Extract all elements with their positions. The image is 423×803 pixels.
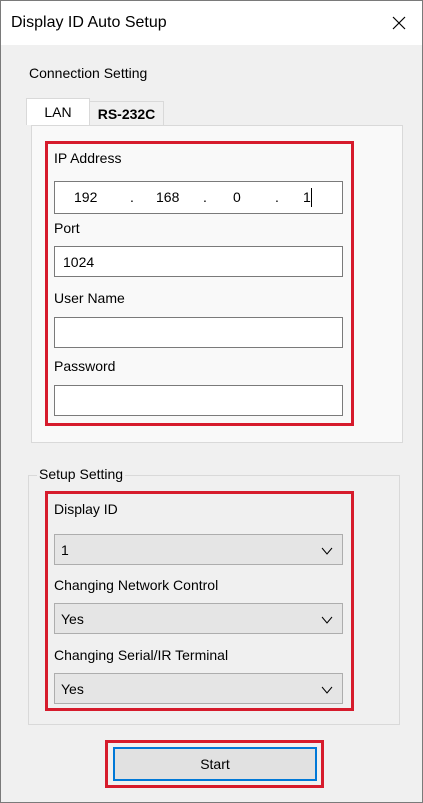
tab-rs232c[interactable]: RS-232C <box>89 101 164 125</box>
setup-setting-label: Setup Setting <box>37 466 126 482</box>
connection-setting-label: Connection Setting <box>29 65 148 81</box>
dialog-window: Display ID Auto Setup Connection Setting… <box>0 0 423 803</box>
tab-lan-label: LAN <box>44 104 72 120</box>
setup-highlight-box <box>45 491 354 711</box>
start-highlight-box <box>105 740 324 788</box>
connection-highlight-box <box>45 141 354 426</box>
tab-lan[interactable]: LAN <box>26 98 90 125</box>
tab-rs232c-label: RS-232C <box>97 105 156 122</box>
title-bar: Display ID Auto Setup <box>1 1 422 45</box>
window-title: Display ID Auto Setup <box>11 14 167 31</box>
close-button[interactable] <box>376 1 422 45</box>
close-icon <box>392 16 406 30</box>
